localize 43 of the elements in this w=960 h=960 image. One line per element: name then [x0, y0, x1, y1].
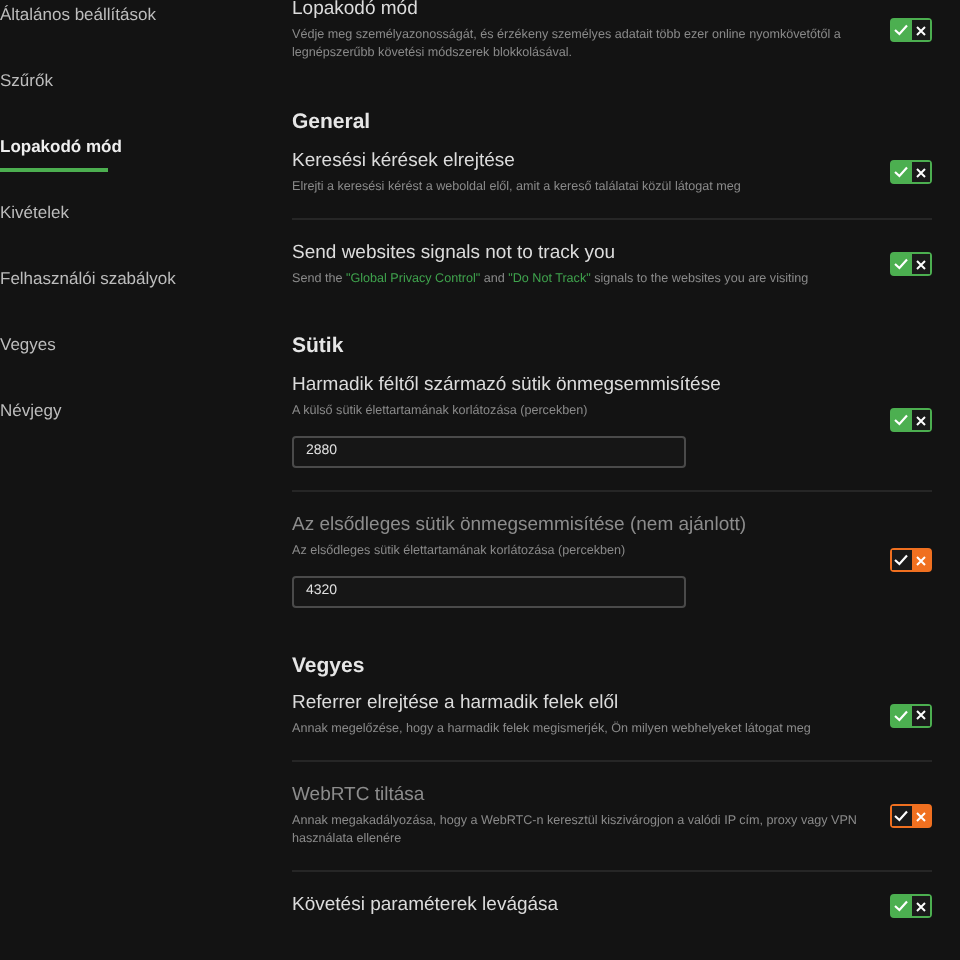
- sidebar-item[interactable]: Vegyes: [0, 332, 56, 358]
- toggle-switch[interactable]: [890, 548, 932, 572]
- section-heading: Sütik: [292, 331, 346, 362]
- setting-title: Send websites signals not to track you: [292, 241, 618, 266]
- toggle-switch[interactable]: [890, 804, 932, 829]
- setting-title: Referrer elrejtése a harmadik felek elől: [292, 692, 621, 717]
- section-heading: Vegyes: [292, 651, 367, 681]
- sidebar-item[interactable]: Szűrők: [0, 68, 53, 94]
- sidebar-item[interactable]: Kivételek: [0, 200, 69, 226]
- toggle-switch[interactable]: [890, 894, 932, 919]
- sidebar-item[interactable]: Névjegy: [0, 398, 62, 424]
- setting-title: Keresési kérések elrejtése: [292, 149, 517, 174]
- setting-title: WebRTC tiltása: [292, 784, 427, 809]
- close-icon: [915, 710, 926, 721]
- check-icon: [894, 414, 909, 426]
- close-icon: [915, 167, 926, 178]
- active-underline: [0, 167, 108, 172]
- setting-title: Követési paraméterek levágása: [292, 894, 561, 919]
- check-icon: [894, 554, 909, 566]
- close-icon: [915, 901, 926, 912]
- setting-title: Az elsődleges sütik önmegsemmisítése (nem ajánlott): [292, 513, 749, 537]
- close-icon: [915, 415, 926, 425]
- close-icon: [915, 811, 926, 822]
- check-icon: [894, 258, 909, 271]
- sidebar-item[interactable]: Lopakodó mód: [0, 134, 122, 160]
- check-icon: [894, 810, 909, 823]
- close-icon: [915, 25, 926, 35]
- section-heading: General: [292, 108, 373, 138]
- check-icon: [894, 900, 909, 913]
- sidebar-item[interactable]: Általános beállítások: [0, 2, 156, 28]
- check-icon: [894, 166, 909, 179]
- check-icon: [894, 24, 909, 36]
- toggle-switch[interactable]: [890, 18, 932, 42]
- close-icon: [915, 555, 926, 565]
- setting-title: Lopakodó mód: [292, 0, 420, 22]
- check-icon: [894, 709, 909, 722]
- toggle-switch[interactable]: [890, 252, 932, 277]
- setting-title: Harmadik féltől származó sütik önmegsemmisítése: [292, 373, 723, 397]
- toggle-switch[interactable]: [890, 408, 932, 432]
- sidebar-item[interactable]: Felhasználói szabályok: [0, 266, 176, 292]
- toggle-switch[interactable]: [890, 160, 932, 185]
- close-icon: [915, 259, 926, 270]
- toggle-switch[interactable]: [890, 703, 932, 728]
